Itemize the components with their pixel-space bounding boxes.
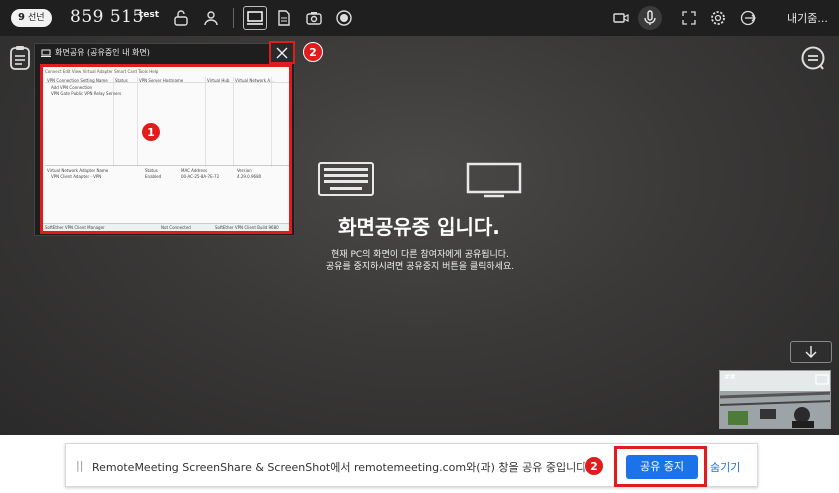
scroll-down-button[interactable]	[790, 341, 832, 363]
monitor-icon	[41, 49, 51, 57]
thumb-divider	[137, 77, 138, 167]
sharing-description: 현재 PC의 화면이 다른 참여자에게 공유됩니다. 공유를 중지하시려면 공유…	[290, 249, 550, 273]
preview-title-bar: 화면공유 (공유중인 내 화면)	[41, 47, 150, 58]
fullscreen-icon[interactable]	[677, 6, 701, 30]
leave-room-label[interactable]: 내기줌...	[787, 10, 828, 26]
room-badge: 9 선넌	[11, 9, 52, 27]
room-number: 859 515	[70, 7, 144, 27]
participant-video-feed	[720, 371, 830, 428]
thumb-col-1: VPN Connection Setting Name	[47, 78, 108, 83]
document-panel-icon[interactable]	[9, 45, 31, 75]
preview-close-button[interactable]	[269, 41, 295, 64]
monitor-icon	[466, 162, 522, 202]
thumb-status-bar: SoftEther VPN Client Manager Not Connect…	[43, 223, 289, 231]
thumb-split	[45, 165, 289, 166]
thumb-menu: Connect Edit View Virtual Adapter Smart …	[45, 69, 159, 74]
thumb-col-4: Virtual Hub	[207, 78, 230, 83]
thumb-status-1: SoftEther VPN Client Manager	[45, 225, 105, 230]
thumb-status-3: SoftEther VPN Client Build 9680	[215, 225, 279, 230]
arrow-down-icon	[805, 346, 817, 358]
screen-share-notice-bar: || RemoteMeeting ScreenShare & ScreenSho…	[65, 443, 758, 487]
thumb-col2-2: Status	[145, 168, 158, 173]
thumb-status-2: Not Connected	[161, 225, 191, 230]
room-badge-text: 선넌	[27, 13, 45, 23]
participant-name: ##	[724, 373, 736, 381]
callout-badge-1: 1	[141, 122, 161, 142]
sharing-status-title: 화면공유중 입니다.	[338, 215, 500, 239]
lock-icon[interactable]	[169, 6, 193, 30]
drag-handle[interactable]: ||	[76, 459, 83, 472]
thumb-col-2: Status	[115, 78, 128, 83]
app-window: 9 선넌 859 515 test 내기줌... 화면공유 (공유중인 내 화면…	[0, 0, 839, 435]
thumb-row-2: VPN Gate Public VPN Relay Servers	[51, 91, 122, 96]
stop-highlight: 공유 중지	[614, 446, 707, 487]
participant-video-tile[interactable]: ##	[719, 370, 831, 429]
keyboard-icon	[318, 162, 374, 200]
toolbar-divider	[233, 8, 234, 28]
notice-text: RemoteMeeting ScreenShare & ScreenShot에서…	[92, 461, 590, 474]
participants-icon[interactable]	[199, 6, 223, 30]
screen-share-icon[interactable]	[243, 6, 267, 30]
camera-icon[interactable]	[302, 6, 326, 30]
microphone-icon[interactable]	[638, 6, 662, 30]
room-badge-number: 9	[18, 12, 25, 23]
thumb-divider	[271, 77, 272, 167]
thumb-col2-4: Version	[237, 168, 252, 173]
thumb-col2-1: Virtual Network Adapter Name	[47, 168, 109, 173]
callout-badge-2: 2	[303, 42, 323, 62]
callout-badge-2b: 2	[584, 456, 604, 476]
preview-title: 화면공유 (공유중인 내 화면)	[55, 48, 150, 57]
thumb-row2-1: VPN Client Adapter - VPN	[51, 174, 102, 179]
room-name: test	[139, 10, 160, 20]
thumb-col2-3: MAC Address	[181, 168, 208, 173]
gear-icon[interactable]	[706, 6, 730, 30]
shared-window-thumbnail: Connect Edit View Virtual Adapter Smart …	[40, 64, 292, 234]
record-icon[interactable]	[332, 6, 356, 30]
exit-icon[interactable]	[736, 6, 760, 30]
thumb-divider	[205, 77, 206, 167]
sharing-description-line-2: 공유를 중지하시려면 공유중지 버튼을 클릭하세요.	[325, 262, 515, 272]
thumb-row2-2: Enabled	[145, 174, 162, 179]
stop-sharing-button[interactable]: 공유 중지	[626, 455, 698, 479]
chat-icon[interactable]	[800, 45, 826, 75]
thumb-row2-4: 4.29.0.9680	[237, 174, 262, 179]
close-icon	[276, 47, 288, 58]
thumb-row2-3: 00-AC-25-8A-7E-72	[181, 174, 220, 179]
thumb-col-5: Virtual Network A...	[235, 78, 274, 83]
video-camera-icon[interactable]	[609, 6, 633, 30]
thumb-row-1: Add VPN Connection	[51, 85, 93, 90]
top-toolbar: 9 선넌 859 515 test 내기줌...	[0, 0, 839, 36]
thumb-col-3: VPN Server Hostname	[139, 78, 184, 83]
hide-link[interactable]: 숨기기	[710, 459, 740, 475]
thumb-divider	[233, 77, 234, 167]
document-icon[interactable]	[272, 6, 296, 30]
sharing-description-line-1: 현재 PC의 화면이 다른 참여자에게 공유됩니다.	[331, 250, 509, 260]
